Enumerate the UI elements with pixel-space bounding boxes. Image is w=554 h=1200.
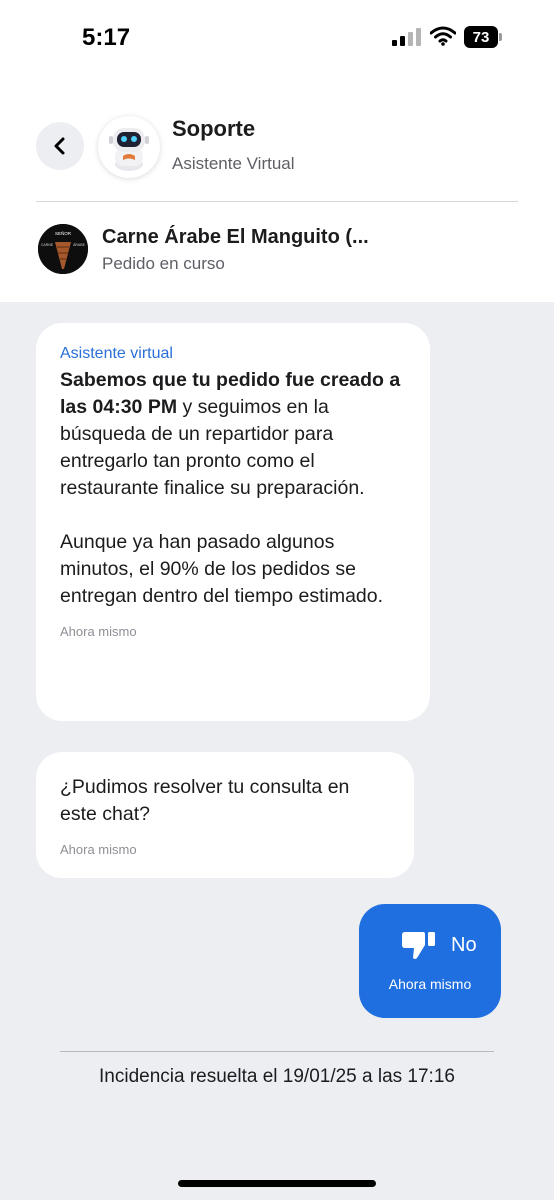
assistant-avatar: [98, 116, 160, 178]
question-text: ¿Pudimos resolver tu consulta en este ch…: [60, 776, 350, 825]
reply-timestamp: Ahora mismo: [388, 976, 472, 992]
svg-text:SEÑOR: SEÑOR: [55, 230, 72, 236]
user-reply-bubble: No Ahora mismo: [359, 904, 501, 1018]
chat-header: Soporte Asistente Virtual SEÑOR CARNE ÁR…: [0, 80, 554, 302]
reply-label: No: [451, 933, 477, 956]
resolved-divider: [60, 1051, 494, 1052]
chat-subtitle: Asistente Virtual: [172, 154, 295, 173]
svg-text:CARNE: CARNE: [41, 243, 54, 247]
store-logo-icon: SEÑOR CARNE ÁRABE: [38, 224, 88, 274]
message-timestamp: Ahora mismo: [60, 624, 137, 639]
thumbs-down-icon: [402, 932, 435, 959]
reply-row: No: [401, 930, 477, 960]
battery-level: 73: [464, 26, 498, 48]
assistant-question-bubble: ¿Pudimos resolver tu consulta en este ch…: [36, 752, 414, 878]
wifi-icon: [430, 26, 456, 46]
header-divider: [36, 201, 518, 202]
chat-title: Soporte: [172, 116, 256, 141]
order-status: Pedido en curso: [102, 254, 225, 273]
status-time: 5:17: [82, 24, 131, 51]
resolved-notice: Incidencia resuelta el 19/01/25 a las 17…: [99, 1066, 455, 1087]
home-indicator[interactable]: [178, 1180, 376, 1187]
chevron-left-icon: [54, 137, 65, 155]
robot-mascot-icon: [109, 128, 149, 171]
status-bar: 5:17 73: [0, 0, 554, 80]
back-button[interactable]: [36, 122, 84, 170]
question-timestamp: Ahora mismo: [60, 842, 137, 857]
message-text: Sabemos que tu pedido fue creado a las 0…: [60, 367, 406, 502]
battery-icon: 73: [464, 26, 502, 48]
svg-text:ÁRABE: ÁRABE: [73, 243, 86, 247]
assistant-message-bubble: Asistente virtual Sabemos que tu pedido …: [36, 323, 430, 721]
store-logo: SEÑOR CARNE ÁRABE: [38, 224, 88, 274]
store-name[interactable]: Carne Árabe El Manguito (...: [102, 226, 369, 249]
message-sender: Asistente virtual: [60, 345, 173, 362]
cellular-signal-icon: [392, 28, 421, 46]
message-paragraph-2: Aunque ya han pasado algunos minutos, el…: [60, 531, 384, 607]
